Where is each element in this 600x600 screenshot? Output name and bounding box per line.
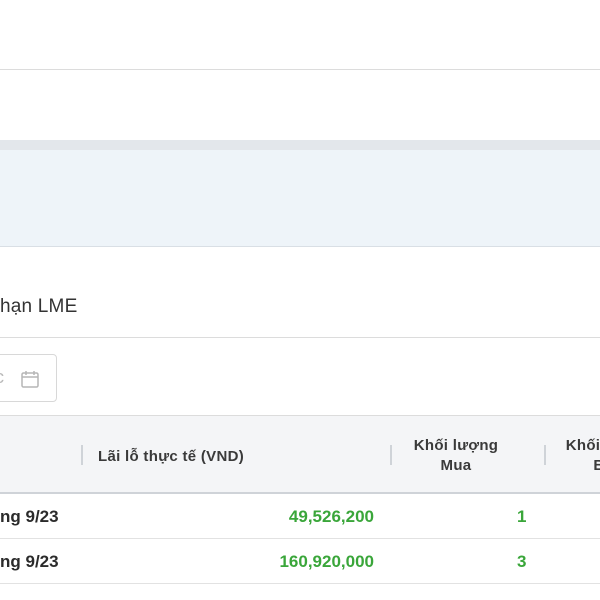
header-sell-volume[interactable]: Khối lượng Bán bbox=[556, 436, 600, 476]
page: hạn LME c Lãi lỗ thực tế (VND) Khối lượn… bbox=[0, 0, 600, 600]
cell-buy-volume: 3 bbox=[517, 552, 527, 571]
cell-realized-pnl: 49,526,200 bbox=[288, 507, 374, 526]
column-separator[interactable] bbox=[544, 445, 546, 465]
table-row[interactable]: ng 9/23 160,920,000 3 bbox=[0, 539, 600, 584]
header-realized-pnl[interactable]: Lãi lỗ thực tế (VND) bbox=[98, 447, 244, 467]
top-area bbox=[0, 0, 600, 70]
cell-realized-pnl: 160,920,000 bbox=[279, 552, 374, 571]
cell-contract: ng 9/23 bbox=[0, 507, 59, 526]
column-separator[interactable] bbox=[390, 445, 392, 465]
cell-contract: ng 9/23 bbox=[0, 552, 59, 571]
pnl-table: Lãi lỗ thực tế (VND) Khối lượng Mua Khối… bbox=[0, 415, 600, 584]
section-title: hạn LME bbox=[0, 296, 78, 317]
column-separator[interactable] bbox=[81, 445, 83, 465]
info-panel bbox=[0, 150, 600, 247]
date-range-separator: c bbox=[0, 368, 4, 386]
header-buy-volume[interactable]: Khối lượng Mua bbox=[404, 436, 508, 476]
table-header: Lãi lỗ thực tế (VND) Khối lượng Mua Khối… bbox=[0, 415, 600, 494]
panel-header-strip bbox=[0, 140, 600, 150]
cell-buy-volume: 1 bbox=[517, 507, 527, 526]
table-row[interactable]: ng 9/23 49,526,200 1 bbox=[0, 494, 600, 539]
divider-top bbox=[0, 69, 600, 70]
date-range-picker[interactable]: c bbox=[0, 354, 57, 402]
calendar-icon[interactable] bbox=[20, 369, 40, 389]
divider-section bbox=[0, 337, 600, 338]
